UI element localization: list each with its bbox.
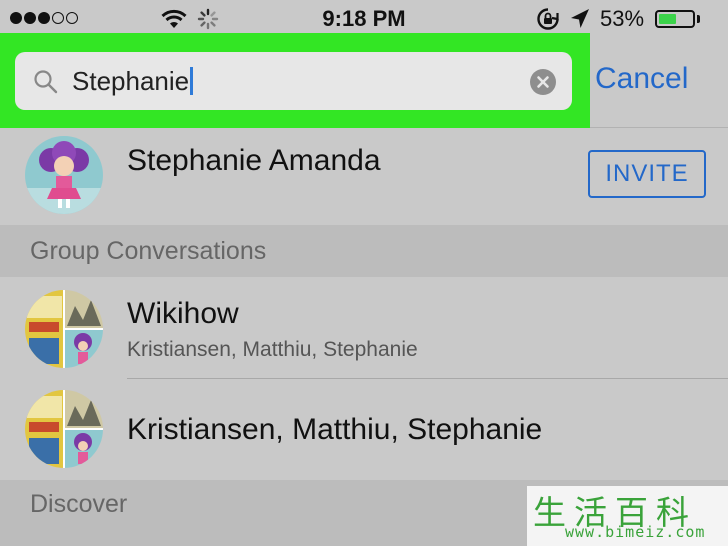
avatar xyxy=(25,136,103,214)
battery-percentage: 53% xyxy=(600,6,645,31)
search-query-value: Stephanie xyxy=(72,66,190,96)
section-header-group-conversations: Group Conversations xyxy=(0,225,728,277)
row-divider xyxy=(127,378,728,379)
group-title: Wikihow xyxy=(127,297,239,330)
battery-cap xyxy=(697,15,700,23)
group-avatar xyxy=(25,390,103,468)
contact-name: Stephanie Amanda xyxy=(127,144,381,177)
cancel-button[interactable]: Cancel xyxy=(595,62,688,96)
section-title: Group Conversations xyxy=(30,237,267,265)
section-title: Discover xyxy=(30,490,128,518)
text-cursor xyxy=(190,67,193,95)
watermark: 生活百科 www.bimeiz.com xyxy=(527,486,728,546)
rotation-lock-icon xyxy=(537,8,559,30)
group-avatar xyxy=(25,290,103,368)
clear-search-icon[interactable] xyxy=(530,69,556,95)
battery-icon xyxy=(655,10,695,28)
divider xyxy=(590,127,728,128)
search-input[interactable]: Stephanie xyxy=(15,52,572,110)
search-query-text[interactable]: Stephanie xyxy=(72,66,193,97)
group-title: Kristiansen, Matthiu, Stephanie xyxy=(127,413,543,446)
invite-button[interactable]: INVITE xyxy=(588,150,706,198)
battery-level-fill xyxy=(659,14,676,24)
group-members: Kristiansen, Matthiu, Stephanie xyxy=(127,338,418,361)
location-arrow-icon xyxy=(571,9,589,28)
search-icon xyxy=(34,70,58,94)
watermark-url: www.bimeiz.com xyxy=(565,523,706,541)
